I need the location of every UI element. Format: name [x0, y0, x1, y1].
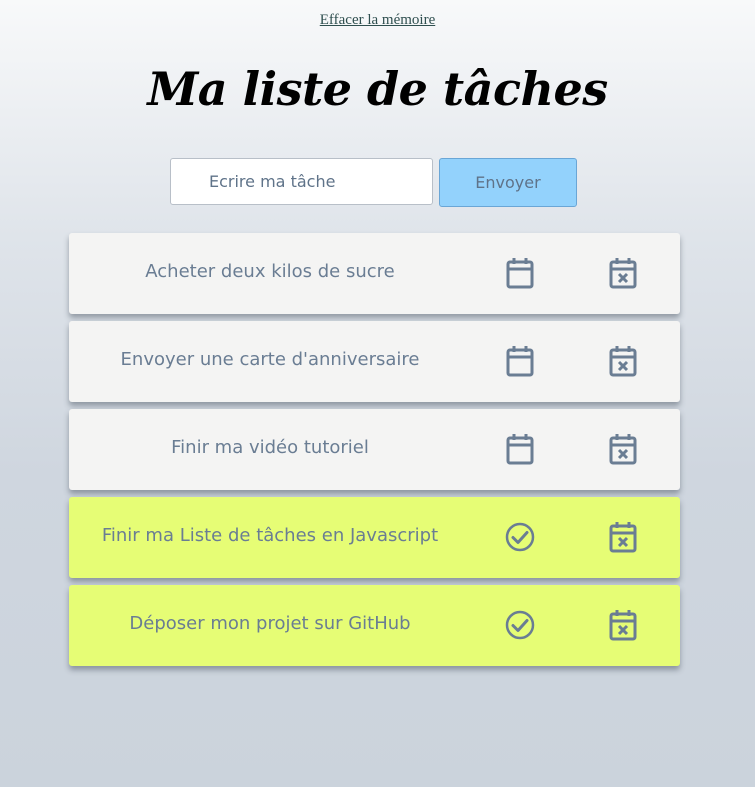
page-title: Ma liste de tâches	[147, 62, 608, 116]
task-item: Acheter deux kilos de sucre	[69, 233, 680, 314]
calendar-x-icon[interactable]	[606, 432, 640, 466]
task-label: Déposer mon projet sur GitHub	[129, 613, 411, 634]
calendar-icon[interactable]	[503, 344, 537, 378]
calendar-x-icon[interactable]	[606, 344, 640, 378]
task-label: Envoyer une carte d'anniversaire	[120, 349, 420, 370]
task-form: Envoyer	[170, 158, 577, 207]
task-label: Finir ma Liste de tâches en Javascript	[101, 525, 439, 546]
task-item: Finir ma vidéo tutoriel	[69, 409, 680, 490]
task-label: Acheter deux kilos de sucre	[145, 261, 395, 282]
check-circle-icon[interactable]	[503, 608, 537, 642]
calendar-x-icon[interactable]	[606, 520, 640, 554]
task-list: Acheter deux kilos de sucre Envoyer une …	[69, 233, 680, 673]
calendar-icon[interactable]	[503, 432, 537, 466]
send-button[interactable]: Envoyer	[439, 158, 577, 207]
calendar-x-icon[interactable]	[606, 256, 640, 290]
task-item: Envoyer une carte d'anniversaire	[69, 321, 680, 402]
check-circle-icon[interactable]	[503, 520, 537, 554]
calendar-x-icon[interactable]	[606, 608, 640, 642]
task-input[interactable]	[170, 158, 433, 205]
task-item: Déposer mon projet sur GitHub	[69, 585, 680, 666]
clear-memory-link[interactable]: Effacer la mémoire	[320, 12, 436, 28]
task-item: Finir ma Liste de tâches en Javascript	[69, 497, 680, 578]
calendar-icon[interactable]	[503, 256, 537, 290]
clear-memory: Effacer la mémoire	[0, 12, 755, 29]
task-label: Finir ma vidéo tutoriel	[171, 437, 369, 458]
